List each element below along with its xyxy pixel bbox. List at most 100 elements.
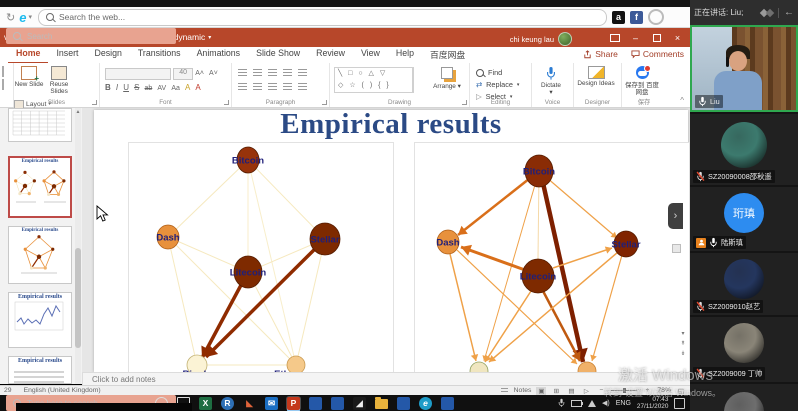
tab-transitions[interactable]: Transitions [130,46,189,62]
tab-百度网盘[interactable]: 百度网盘 [422,46,473,62]
highlight-color-icon[interactable]: A [185,83,190,92]
slideshow-view-icon[interactable]: ▷ [581,387,591,395]
notes-pane[interactable]: Click to add notes [82,372,690,385]
zoom-in-icon[interactable]: + [642,387,652,394]
design-ideas-button[interactable]: Design Ideas [574,66,618,88]
baidu-save-button[interactable]: 保存到 百度网盘 [622,66,662,97]
columns-icon[interactable] [298,83,307,91]
mic-tray-icon[interactable] [558,398,565,408]
dialog-launcher-icon[interactable] [224,100,229,105]
font-name-select[interactable] [105,68,171,80]
share-button[interactable]: Share [583,49,618,59]
r-app-icon[interactable]: R [221,397,234,410]
font-size-select[interactable]: 40 [173,68,193,80]
new-slide-button[interactable]: New Slide [14,66,44,89]
participant-tile-Liu[interactable]: Liu [690,25,798,112]
slide-thumbnail-2[interactable]: Empirical results [8,156,72,218]
find-button[interactable]: Find [476,68,531,77]
mail-icon[interactable]: ✉ [265,397,278,410]
slide-thumbnail-4[interactable]: Empirical results [8,292,72,348]
format-painter-icon[interactable] [2,79,4,90]
slide-thumbnail-5[interactable]: Empirical results [8,356,72,384]
collapse-panel-icon[interactable]: ← [784,7,794,18]
app-window-icon-1[interactable] [309,397,322,410]
zoom-out-icon[interactable]: − [596,387,606,394]
notes-toggle-button[interactable]: Notes [501,387,532,394]
dialog-launcher-icon[interactable] [462,100,467,105]
photos-icon[interactable]: ◢ [353,397,366,410]
participant-tile-SZ20090008邵秋遥[interactable]: SZ20090008邵秋遥 [690,114,798,185]
replace-button[interactable]: ⇄Replace▾ [476,80,531,89]
powerpoint-icon[interactable]: P [287,397,300,410]
app-window-icon-4[interactable] [441,397,454,410]
comments-button[interactable]: Comments [631,49,684,59]
meeting-panel-expand-tab[interactable]: › [668,203,683,229]
network-graph-right[interactable]: BitcoinDashStellarLitecoin [414,142,690,372]
bold-button[interactable]: B [105,83,111,92]
language-switcher[interactable]: ENG [616,400,631,407]
tab-animations[interactable]: Animations [189,46,249,62]
slide[interactable]: Empirical results BitcoinDashStellarLite… [94,110,688,372]
dictate-button[interactable]: Dictate▾ [532,66,570,97]
file-explorer-icon[interactable] [375,399,388,409]
line-spacing-icon[interactable] [298,69,307,77]
shapes-gallery[interactable]: ╲ □ ○ △ ▽ ◇ ☆ ( ) { } ▴▾≡ [334,67,414,93]
zoom-slider[interactable] [611,390,637,391]
decrease-indent-icon[interactable] [268,69,277,77]
dialog-launcher-icon[interactable] [92,100,97,105]
participant-tile-SZ2009010赵艺[interactable]: SZ2009010赵艺 [690,253,798,315]
justify-icon[interactable] [283,83,292,91]
network-graph-left[interactable]: BitcoinDashStellarLitecoinRippleEthereum [128,142,394,372]
tab-slide-show[interactable]: Slide Show [248,46,308,62]
sidebar-scrollbar-thumb[interactable] [75,248,81,348]
tab-design[interactable]: Design [86,46,129,62]
network-icon[interactable] [588,400,596,407]
close-button[interactable]: × [667,33,688,43]
slide-title[interactable]: Empirical results [94,108,688,141]
edge-icon[interactable]: e [419,397,432,410]
browser-search-input[interactable]: Search the web... [38,9,607,26]
bullets-icon[interactable] [238,69,247,77]
app-window-icon-2[interactable] [331,397,344,410]
facebook-icon[interactable]: f [630,11,643,24]
arrange-button[interactable]: Arrange ▾ [430,67,464,91]
refresh-icon[interactable]: ↻ [6,11,15,24]
normal-view-icon[interactable]: ▣ [536,387,546,395]
strikethrough-button[interactable]: S [134,83,139,92]
clear-formatting-icon[interactable]: ab [145,85,153,92]
shrink-font-icon[interactable]: A˅ [209,70,218,77]
tab-home[interactable]: Home [8,46,48,64]
zoom-level[interactable]: 78% [657,387,671,394]
italic-button[interactable]: I [116,83,118,92]
scroll-down-icon[interactable]: ▾ [681,330,684,337]
grow-font-icon[interactable]: A˄ [195,70,204,77]
change-case-icon[interactable]: Aa [171,85,180,92]
app-window-icon-3[interactable] [397,397,410,410]
excel-icon[interactable]: X [199,397,212,410]
font-color-icon[interactable]: A [195,83,200,92]
numbering-icon[interactable] [253,69,262,77]
next-slide-icon[interactable]: ↡ [680,350,685,357]
shapes-gallery-scroll[interactable]: ▴▾≡ [412,67,414,93]
align-left-icon[interactable] [238,83,247,91]
tab-review[interactable]: Review [308,46,353,62]
previous-slide-icon[interactable]: ↟ [680,340,685,347]
action-center-icon[interactable] [674,398,685,409]
amazon-icon[interactable]: a [612,11,625,24]
fit-slide-icon[interactable]: ◱ [676,387,686,395]
slide-thumbnail-1[interactable] [8,108,72,142]
account-user[interactable]: chi keung lau [510,32,572,46]
minimize-button[interactable]: – [625,33,646,43]
slide-sorter-view-icon[interactable]: ⊞ [551,387,561,395]
character-spacing-icon[interactable]: AV [157,85,166,92]
paste-icon[interactable] [2,66,4,77]
office-search-box[interactable]: Search [6,28,176,44]
slide-thumbnail-3[interactable]: Empirical results [8,226,72,284]
participant-tile[interactable] [690,384,798,411]
browser-extension-icon[interactable] [648,9,664,25]
ribbon-display-options-icon[interactable] [604,34,625,42]
taskbar-clock[interactable]: 07:4327/11/2020 [637,396,669,410]
dropdown-caret-icon[interactable]: ▾ [28,13,32,21]
align-center-icon[interactable] [253,83,262,91]
dialog-launcher-icon[interactable] [322,100,327,105]
